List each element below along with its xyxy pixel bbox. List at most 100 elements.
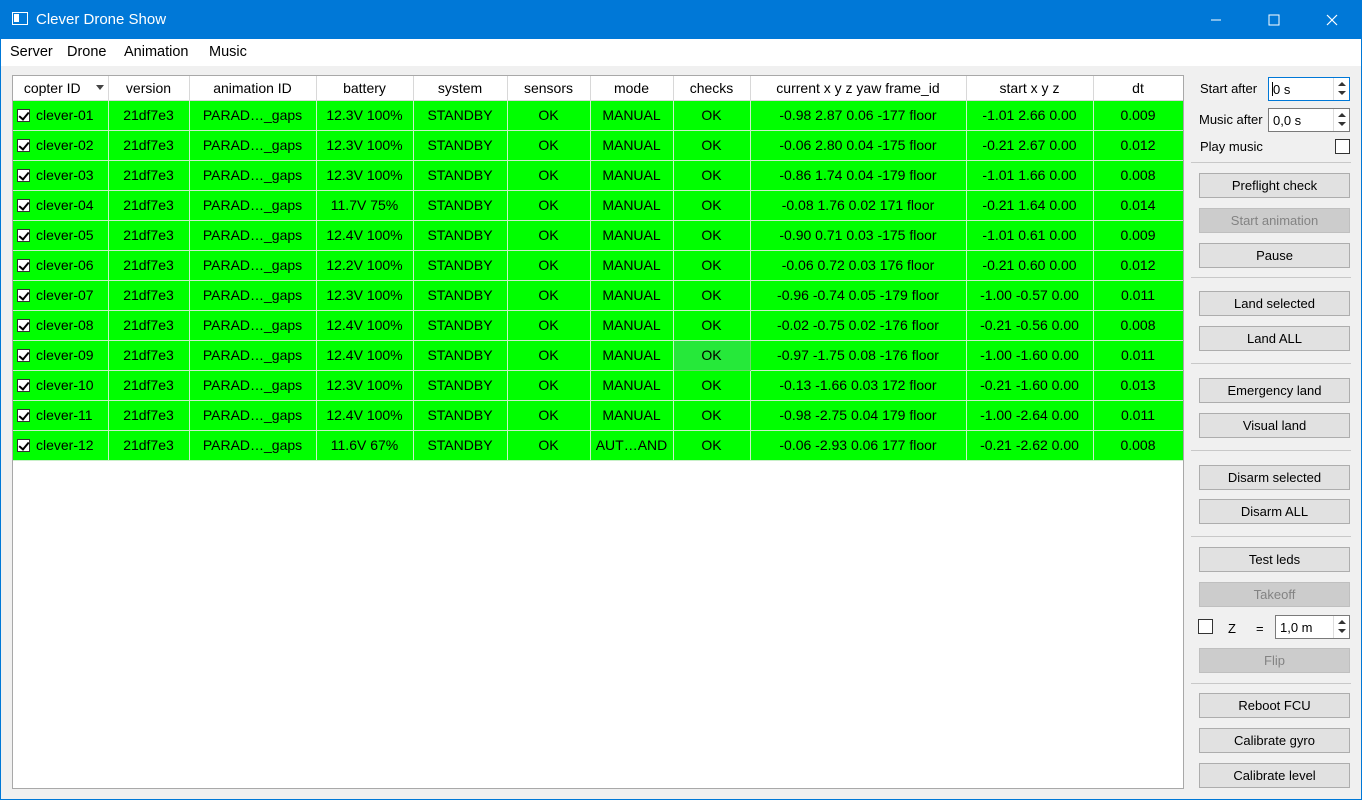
cell-mode[interactable]: MANUAL (590, 310, 674, 341)
reboot-fcu-button[interactable]: Reboot FCU (1199, 693, 1350, 718)
menu-animation[interactable]: Animation (124, 44, 188, 60)
cell-battery[interactable]: 12.3V 100% (316, 130, 414, 161)
cell-start[interactable]: -1.01 1.66 0.00 (966, 160, 1094, 191)
cell-version[interactable]: 21df7e3 (108, 430, 190, 461)
cell-dt[interactable]: 0.013 (1093, 370, 1183, 401)
cell-battery[interactable]: 12.4V 100% (316, 310, 414, 341)
cell-battery[interactable]: 11.6V 67% (316, 430, 414, 461)
cell-sensors[interactable]: OK (507, 160, 591, 191)
cell-version[interactable]: 21df7e3 (108, 340, 190, 371)
column-header-checks[interactable]: checks (673, 76, 751, 101)
cell-mode[interactable]: MANUAL (590, 370, 674, 401)
cell-version[interactable]: 21df7e3 (108, 160, 190, 191)
cell-current[interactable]: -0.06 -2.93 0.06 177 floor (750, 430, 967, 461)
cell-current[interactable]: -0.98 -2.75 0.04 179 floor (750, 400, 967, 431)
row-checkbox[interactable] (17, 439, 30, 452)
cell-start[interactable]: -0.21 2.67 0.00 (966, 130, 1094, 161)
row-checkbox[interactable] (17, 229, 30, 242)
cell-checks[interactable]: OK (673, 250, 751, 281)
cell-system[interactable]: STANDBY (413, 130, 508, 161)
cell-checks[interactable]: OK (673, 430, 751, 461)
cell-dt[interactable]: 0.008 (1093, 310, 1183, 341)
cell-checks[interactable]: OK (673, 280, 751, 311)
cell-copter-id[interactable]: clever-09 (13, 340, 109, 371)
cell-copter-id[interactable]: clever-02 (13, 130, 109, 161)
cell-copter-id[interactable]: clever-12 (13, 430, 109, 461)
cell-start[interactable]: -1.00 -1.60 0.00 (966, 340, 1094, 371)
spin-buttons[interactable] (1333, 109, 1349, 131)
cell-animation[interactable]: PARAD…_gaps (189, 100, 317, 131)
row-checkbox[interactable] (17, 109, 30, 122)
spin-buttons[interactable] (1333, 616, 1349, 638)
cell-battery[interactable]: 12.2V 100% (316, 250, 414, 281)
cell-copter-id[interactable]: clever-01 (13, 100, 109, 131)
cell-sensors[interactable]: OK (507, 130, 591, 161)
table-row[interactable]: clever-07 21df7e3 PARAD…_gaps 12.3V 100% STA… (13, 280, 1183, 311)
cell-system[interactable]: STANDBY (413, 310, 508, 341)
table-row[interactable]: clever-06 21df7e3 PARAD…_gaps 12.2V 100% STA… (13, 250, 1183, 281)
spin-down-icon[interactable] (1338, 122, 1346, 126)
cell-checks[interactable]: OK (673, 400, 751, 431)
calibrate-level-button[interactable]: Calibrate level (1199, 763, 1350, 788)
column-header-battery[interactable]: battery (316, 76, 414, 101)
cell-dt[interactable]: 0.014 (1093, 190, 1183, 221)
spin-down-icon[interactable] (1338, 629, 1346, 633)
start-animation-button[interactable]: Start animation (1199, 208, 1350, 233)
z-checkbox[interactable] (1198, 619, 1213, 634)
row-checkbox[interactable] (17, 259, 30, 272)
cell-dt[interactable]: 0.011 (1093, 340, 1183, 371)
cell-current[interactable]: -0.06 2.80 0.04 -175 floor (750, 130, 967, 161)
table-row[interactable]: clever-04 21df7e3 PARAD…_gaps 11.7V 75% STAN… (13, 190, 1183, 221)
cell-sensors[interactable]: OK (507, 430, 591, 461)
cell-dt[interactable]: 0.011 (1093, 400, 1183, 431)
cell-start[interactable]: -1.00 -2.64 0.00 (966, 400, 1094, 431)
cell-animation[interactable]: PARAD…_gaps (189, 220, 317, 251)
row-checkbox[interactable] (17, 349, 30, 362)
menu-music[interactable]: Music (209, 44, 247, 60)
cell-system[interactable]: STANDBY (413, 220, 508, 251)
cell-mode[interactable]: MANUAL (590, 280, 674, 311)
cell-sensors[interactable]: OK (507, 100, 591, 131)
calibrate-gyro-button[interactable]: Calibrate gyro (1199, 728, 1350, 753)
cell-dt[interactable]: 0.009 (1093, 220, 1183, 251)
cell-battery[interactable]: 12.3V 100% (316, 160, 414, 191)
cell-current[interactable]: -0.90 0.71 0.03 -175 floor (750, 220, 967, 251)
column-header-copter-id[interactable]: copter ID (13, 76, 109, 101)
column-header-system[interactable]: system (413, 76, 508, 101)
table-row[interactable]: clever-08 21df7e3 PARAD…_gaps 12.4V 100% STA… (13, 310, 1183, 341)
column-header-current-position[interactable]: current x y z yaw frame_id (750, 76, 967, 101)
column-header-animation-id[interactable]: animation ID (189, 76, 317, 101)
cell-mode[interactable]: MANUAL (590, 340, 674, 371)
pause-button[interactable]: Pause (1199, 243, 1350, 268)
cell-copter-id[interactable]: clever-04 (13, 190, 109, 221)
cell-start[interactable]: -1.00 -0.57 0.00 (966, 280, 1094, 311)
row-checkbox[interactable] (17, 199, 30, 212)
cell-checks[interactable]: OK (673, 220, 751, 251)
table-row[interactable]: clever-09 21df7e3 PARAD…_gaps 12.4V 100% STA… (13, 339, 1183, 371)
cell-copter-id[interactable]: clever-03 (13, 160, 109, 191)
cell-version[interactable]: 21df7e3 (108, 250, 190, 281)
cell-checks[interactable]: OK (673, 160, 751, 191)
cell-battery[interactable]: 12.4V 100% (316, 220, 414, 251)
column-header-start-position[interactable]: start x y z (966, 76, 1094, 101)
cell-animation[interactable]: PARAD…_gaps (189, 190, 317, 221)
cell-copter-id[interactable]: clever-05 (13, 220, 109, 251)
table-row[interactable]: clever-12 21df7e3 PARAD…_gaps 11.6V 67% STAN… (13, 430, 1183, 461)
cell-start[interactable]: -0.21 0.60 0.00 (966, 250, 1094, 281)
cell-start[interactable]: -0.21 -2.62 0.00 (966, 430, 1094, 461)
cell-battery[interactable]: 12.3V 100% (316, 370, 414, 401)
cell-mode[interactable]: MANUAL (590, 220, 674, 251)
takeoff-button[interactable]: Takeoff (1199, 582, 1350, 607)
cell-dt[interactable]: 0.011 (1093, 280, 1183, 311)
menu-drone[interactable]: Drone (67, 44, 107, 60)
cell-copter-id[interactable]: clever-07 (13, 280, 109, 311)
spin-up-icon[interactable] (1338, 620, 1346, 624)
cell-battery[interactable]: 12.4V 100% (316, 340, 414, 371)
cell-system[interactable]: STANDBY (413, 190, 508, 221)
cell-current[interactable]: -0.13 -1.66 0.03 172 floor (750, 370, 967, 401)
cell-start[interactable]: -1.01 0.61 0.00 (966, 220, 1094, 251)
cell-dt[interactable]: 0.008 (1093, 430, 1183, 461)
cell-mode[interactable]: MANUAL (590, 100, 674, 131)
row-checkbox[interactable] (17, 289, 30, 302)
cell-animation[interactable]: PARAD…_gaps (189, 370, 317, 401)
